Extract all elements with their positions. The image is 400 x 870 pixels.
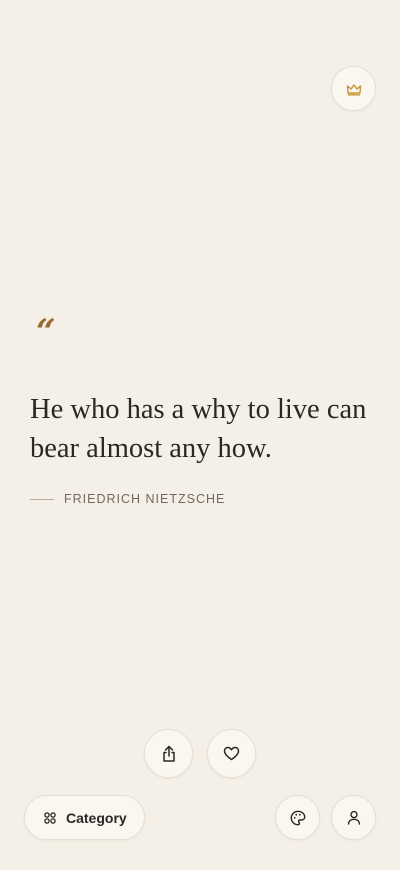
quote-author: FRIEDRICH NIETZSCHE <box>64 492 226 506</box>
quote-text: He who has a why to live can bear almost… <box>30 394 367 464</box>
author-divider <box>30 498 54 500</box>
heart-icon <box>223 746 240 761</box>
crown-icon <box>346 83 361 95</box>
author-row: FRIEDRICH NIETZSCHE <box>30 491 225 507</box>
share-button[interactable] <box>144 729 193 778</box>
quote-mark: “ <box>36 312 56 352</box>
profile-button[interactable] <box>331 795 376 840</box>
grid-icon <box>44 811 56 824</box>
category-label: Category <box>66 809 127 826</box>
palette-icon <box>290 810 305 825</box>
share-icon <box>162 745 175 762</box>
category-button[interactable]: Category <box>24 795 145 840</box>
user-icon <box>347 810 360 825</box>
theme-button[interactable] <box>275 795 320 840</box>
premium-button[interactable] <box>331 66 376 111</box>
favorite-button[interactable] <box>207 729 256 778</box>
